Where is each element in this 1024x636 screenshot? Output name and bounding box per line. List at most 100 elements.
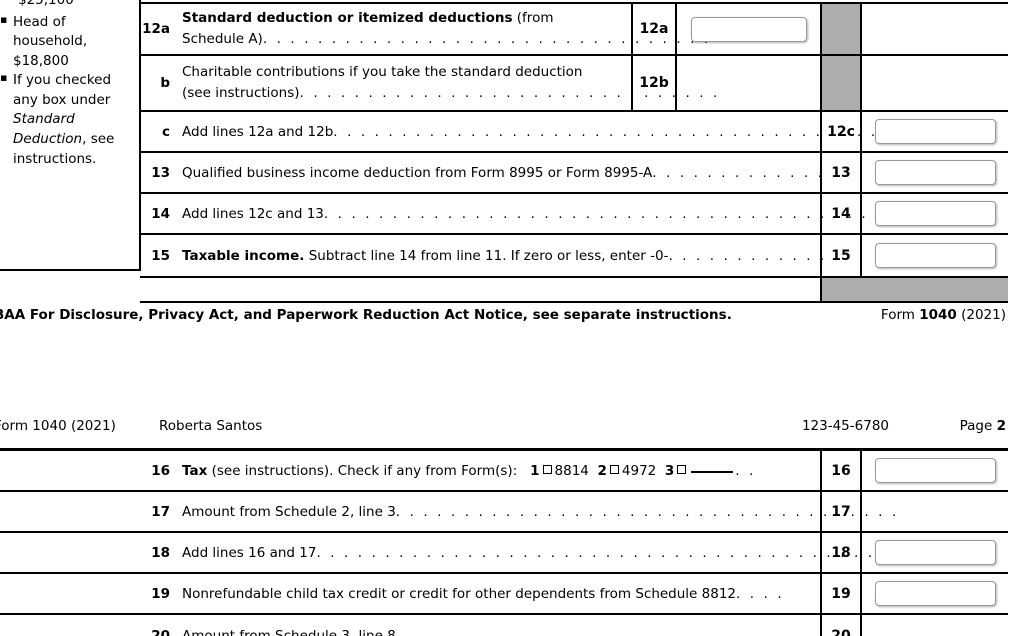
gray-bar-spacer <box>140 278 820 301</box>
disclosure-notice-text: BAA For Disclosure, Privacy Act, and Pap… <box>0 307 732 323</box>
page-1-footer: BAA For Disclosure, Privacy Act, and Pap… <box>0 307 1024 323</box>
leader-dots: . . <box>735 462 756 479</box>
table-row-12b: b Charitable contributions if you take t… <box>140 56 1008 112</box>
sub-row-12b: 12b <box>633 56 820 110</box>
header-ssn: 123-45-6780 <box>801 418 889 434</box>
checkbox-number-3: 3 <box>664 462 675 479</box>
row-17-left-spacer <box>0 492 140 531</box>
form-1040-page: $25,100 Head of household, $18,800 If yo… <box>0 0 1024 636</box>
page-2-header: Form 1040 (2021) Roberta Santos 123-45-6… <box>0 418 1024 440</box>
line-number-label-12c: c <box>161 123 170 140</box>
page-2: Form 1040 (2021) Roberta Santos 123-45-6… <box>0 418 1024 636</box>
sub-value-cell-12b <box>677 56 820 110</box>
line-20-text: Amount from Schedule 3, line 8 <box>182 627 396 636</box>
sidebar-item-checked-box-italic: Standard Deduction <box>13 111 83 147</box>
checkbox-8814[interactable] <box>542 464 552 474</box>
amount-input-16[interactable] <box>874 458 996 483</box>
line-12c-text: Add lines 12a and 12b <box>182 123 334 140</box>
line-number-box-13: 13 <box>820 153 862 192</box>
page-2-line-rows: 16 Tax (see instructions). Check if any … <box>0 448 1008 636</box>
line-description-15: Taxable income. Subtract line 14 from li… <box>170 235 824 276</box>
line-19-text: Nonrefundable child tax credit or credit… <box>182 585 737 602</box>
line-12a-text-second: Schedule A). . . . . . . . . . . . . . .… <box>182 31 711 47</box>
line-15-text-bold: Taxable income. <box>182 247 305 264</box>
line-15-text-rest: Subtract line 14 from line 11. If zero o… <box>304 247 669 264</box>
table-row-14: 14 Add lines 12c and 13. . . . . . . . .… <box>140 194 1008 235</box>
blank-amount-column-12a <box>862 4 1008 54</box>
line-description-13: Qualified business income deduction from… <box>170 153 822 192</box>
row-18-left-spacer <box>0 533 140 572</box>
sidebar-item-checked-box: If you checked any box under Standard De… <box>0 70 131 169</box>
table-row-12a: 12a Standard deduction or itemized deduc… <box>140 4 1008 56</box>
page-1-line-rows: 12a Standard deduction or itemized deduc… <box>140 2 1008 303</box>
amount-cell-15 <box>862 235 1008 276</box>
blank-amount-column-12b <box>862 56 1008 110</box>
checkbox-label-4972: 4972 <box>621 462 657 479</box>
amount-input-13[interactable] <box>874 160 996 185</box>
line-number-label-17: 17 <box>151 503 170 520</box>
leader-dots: . . . . <box>736 585 785 602</box>
amount-input-18[interactable] <box>874 540 996 565</box>
page-1-bottom-gray-bar <box>140 276 1008 303</box>
standard-deduction-sidebar: $25,100 Head of household, $18,800 If yo… <box>0 0 141 271</box>
leader-dots: . . . . . . . . . . . . . <box>652 164 825 181</box>
gray-column-upper <box>820 4 862 54</box>
line-12a-text-first: Standard deduction or itemized deduction… <box>182 10 554 27</box>
amount-cell-18 <box>862 533 1008 572</box>
other-form-input[interactable] <box>691 470 734 473</box>
form-identifier-footer: Form 1040 (2021) <box>880 307 1006 323</box>
line-number-label-16: 16 <box>151 462 170 479</box>
line-18-text: Add lines 16 and 17 <box>182 544 317 561</box>
table-row-18: 18 Add lines 16 and 17. . . . . . . . . … <box>0 533 1008 574</box>
sub-table-12a: 12a <box>631 4 820 54</box>
amount-input-14[interactable] <box>874 201 996 226</box>
line-number-label-12b: b <box>160 75 170 91</box>
line-number-label-14: 14 <box>151 205 170 222</box>
sidebar-first-line: $25,100 <box>18 0 74 8</box>
table-row-16: 16 Tax (see instructions). Check if any … <box>0 451 1008 492</box>
line-number-label-13: 13 <box>151 164 170 181</box>
line-12b-text-first: Charitable contributions if you take the… <box>182 64 583 81</box>
amount-input-15[interactable] <box>874 243 996 268</box>
row-16-left-spacer <box>0 451 140 490</box>
line-number-label-12a: 12a <box>142 21 170 37</box>
line-number-label-18: 18 <box>151 544 170 561</box>
table-row-20: 20 Amount from Schedule 3, line 8. . . .… <box>0 615 1008 636</box>
amount-cell-17 <box>862 492 1008 531</box>
line-16-text-bold: Tax <box>182 462 208 479</box>
line-description-17: Amount from Schedule 2, line 3. . . . . … <box>170 492 896 531</box>
row-19-left-spacer <box>0 574 140 613</box>
table-row-17: 17 Amount from Schedule 2, line 3. . . .… <box>0 492 1008 533</box>
line-description-12b: Charitable contributions if you take the… <box>170 56 720 110</box>
line-description-19: Nonrefundable child tax credit or credit… <box>170 574 820 613</box>
amount-cell-14 <box>862 194 1008 233</box>
sub-line-number-12a: 12a <box>633 4 677 54</box>
line-description-18: Add lines 16 and 17. . . . . . . . . . .… <box>170 533 941 572</box>
table-row-19: 19 Nonrefundable child tax credit or cre… <box>0 574 1008 615</box>
line-description-14: Add lines 12c and 13. . . . . . . . . . … <box>170 194 948 233</box>
amount-input-12c[interactable] <box>874 119 996 144</box>
checkbox-other[interactable] <box>677 464 687 474</box>
header-taxpayer-name: Roberta Santos <box>159 418 263 434</box>
line-16-text-rest: (see instructions). Check if any from Fo… <box>207 462 518 479</box>
checkbox-4972[interactable] <box>609 464 619 474</box>
line-number-box-19: 19 <box>820 574 862 613</box>
sidebar-list: Head of household, $18,800 If you checke… <box>0 12 131 170</box>
line-13-text: Qualified business income deduction from… <box>182 164 653 181</box>
amount-input-12a[interactable] <box>690 16 807 42</box>
line-description-12a: Standard deduction or itemized deduction… <box>170 4 711 54</box>
line-14-text: Add lines 12c and 13 <box>182 205 324 222</box>
header-page-number: Page 2 <box>959 418 1006 434</box>
row-20-left-spacer <box>0 615 140 636</box>
sub-line-number-12b: 12b <box>633 56 677 110</box>
gray-column-upper-2 <box>820 56 862 110</box>
sidebar-item-head-of-household: Head of household, $18,800 <box>0 12 131 72</box>
line-number-box-15: 15 <box>820 235 862 276</box>
line-number-box-14: 14 <box>820 194 862 233</box>
amount-input-19[interactable] <box>874 581 996 606</box>
line-number-box-16: 16 <box>820 451 862 490</box>
line-description-20: Amount from Schedule 3, line 8. . . . . … <box>170 615 896 636</box>
line-12b-text-second: (see instructions). . . . . . . . . . . … <box>182 85 720 101</box>
gray-bar-fill <box>820 278 1008 301</box>
line-description-12c: Add lines 12a and 12b. . . . . . . . . .… <box>170 112 944 151</box>
